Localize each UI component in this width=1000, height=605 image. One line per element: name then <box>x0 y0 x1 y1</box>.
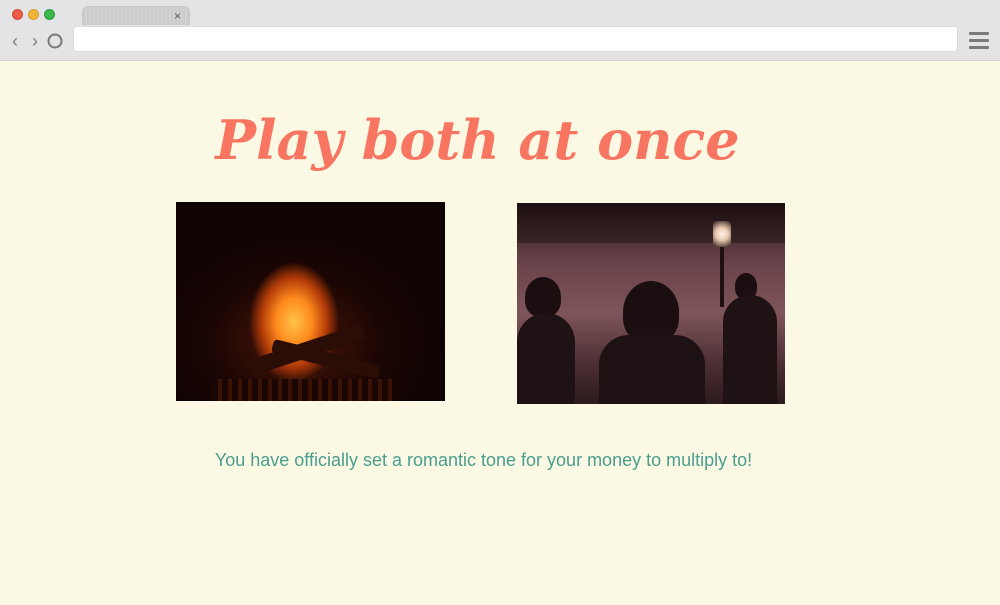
navigation-bar: ‹ › <box>0 25 1000 61</box>
address-bar[interactable] <box>73 26 958 52</box>
menu-icon[interactable] <box>969 32 989 49</box>
page-headline: Play both at once <box>215 108 740 172</box>
minimize-window-icon[interactable] <box>28 9 39 20</box>
silhouette-head <box>525 277 561 317</box>
silhouette-body <box>723 295 777 404</box>
close-window-icon[interactable] <box>12 9 23 20</box>
page-caption: You have officially set a romantic tone … <box>214 450 753 470</box>
forward-icon[interactable]: › <box>26 31 44 51</box>
tab-close-icon[interactable]: × <box>174 8 181 24</box>
silhouette-head <box>623 281 679 343</box>
back-icon[interactable]: ‹ <box>6 31 24 51</box>
fireplace-video[interactable] <box>176 202 445 401</box>
silhouette-body <box>599 335 705 404</box>
lamp-pole <box>720 247 724 307</box>
browser-tab[interactable]: × <box>82 6 190 25</box>
reload-icon[interactable] <box>46 31 64 51</box>
silhouette-body <box>517 313 575 404</box>
maximize-window-icon[interactable] <box>44 9 55 20</box>
window-controls <box>12 9 55 20</box>
lamp-icon <box>713 221 731 247</box>
browser-chrome: × ‹ › <box>0 0 1000 61</box>
fire-grate <box>212 379 392 401</box>
lounge-video[interactable] <box>517 203 785 404</box>
lounge-ceiling <box>517 203 785 243</box>
